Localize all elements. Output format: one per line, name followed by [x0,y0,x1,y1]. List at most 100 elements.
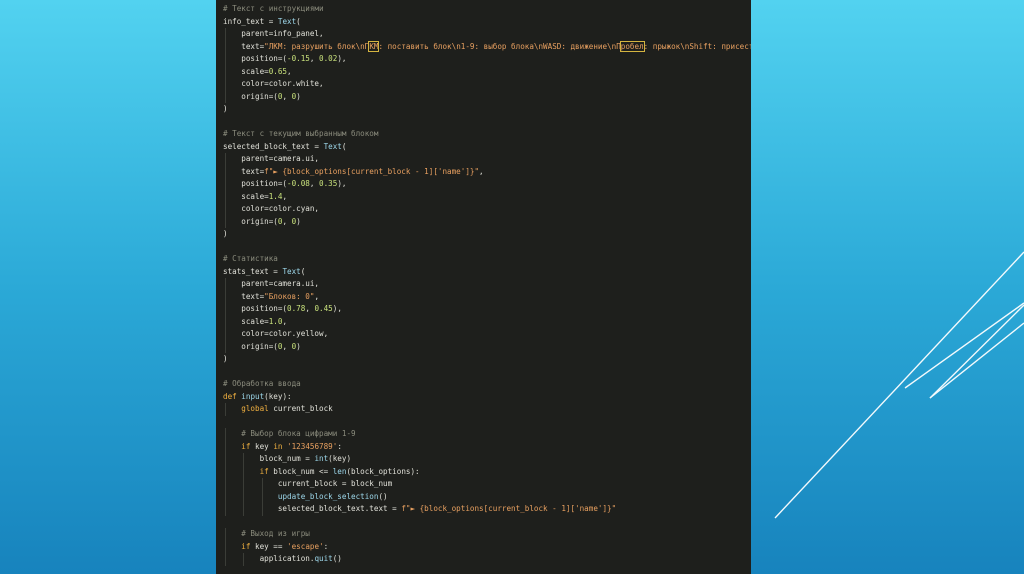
code-token: 1.4 [268,191,283,201]
code-token: color=color.white, [223,79,324,88]
code-token: selected_block_text = [223,141,324,151]
indent-guide [225,290,226,303]
code-block: # Текст с инструкциями info_text = Text( … [223,3,751,566]
code-token: (key): [264,391,292,401]
code-line: text=f"► {block_options[current_block - … [223,165,751,178]
code-token: : прыжок\nShift: присесть" [643,41,751,51]
code-token: color=color.yellow, [223,329,329,338]
code-line: if block_num <= len(block_options): [223,465,751,478]
indent-guide [261,503,263,516]
indent-guide [225,315,226,328]
code-token: application. [223,554,315,563]
indent-guide [243,503,245,516]
code-token: , [282,316,288,326]
code-line: # Выход из игры [223,528,751,541]
code-token: origin=( [223,341,278,351]
indent-guide [243,478,245,491]
code-line: # Текст с инструкциями [223,3,751,16]
code-token: len [332,466,347,476]
code-token: scale= [223,191,269,201]
code-token: , [282,216,292,226]
code-line: # Выбор блока цифрами 1-9 [223,428,751,441]
code-line: def input(key): [223,391,751,404]
code-token: Text [282,266,301,276]
code-token: ) [296,91,301,101]
code-line: application.quit() [223,553,751,566]
code-token: ) [223,229,228,238]
code-line: ) [223,103,751,116]
code-token: position=( [223,179,288,188]
code-token: block_num = [223,454,315,463]
code-token: global [223,404,274,413]
code-token: position=( [223,54,288,63]
code-line: parent=camera.ui, [223,278,751,291]
code-token: -0.15 [287,54,310,63]
code-line: position=(-0.15, 0.02), [223,53,751,66]
code-token: block_num <= [273,466,333,476]
code-token: current_block [273,404,333,413]
code-token: input [241,391,265,401]
code-token: parent=camera.ui, [223,154,320,163]
code-token: 0.45 [314,304,333,313]
code-line: if key in '123456789': [223,440,751,453]
code-token: info_text = [223,16,278,26]
indent-guide [225,78,226,91]
code-token: # Текст с текущим выбранным блоком [223,129,379,138]
code-token: current_block = block_num [223,479,393,488]
indent-guide [225,553,226,566]
code-line: parent=info_panel, [223,28,751,41]
indent-guide [225,53,226,66]
code-token: parent=info_panel, [223,29,324,38]
code-token: : поставить блок\n1-9: выбор блока\nWASD… [378,41,621,51]
code-line: scale=0.65, [223,65,751,78]
indent-guide [261,490,263,503]
code-token: ) [223,354,228,363]
code-token: робел [619,40,645,52]
indent-guide [225,153,226,166]
code-line: scale=1.4, [223,190,751,203]
code-token: origin=( [223,216,278,226]
code-line: text="ЛКМ: разрушить блок\nПКМ: поставит… [223,40,751,53]
indent-guide [225,440,226,453]
indent-guide [261,478,263,491]
code-token: # Выбор блока цифрами 1-9 [223,429,356,438]
code-line: update_block_selection() [223,490,751,503]
code-token: update_block_selection [277,491,379,501]
code-token: : [323,541,329,551]
code-token: if [223,541,256,551]
code-line: color=color.cyan, [223,203,751,216]
code-line: ) [223,353,751,366]
code-token: (block_options): [346,466,420,476]
code-line: stats_text = Text( [223,266,751,279]
code-token: ), [337,54,347,63]
code-line: current_block = block_num [223,478,751,491]
code-token: int [314,454,329,463]
code-line: # Текст с текущим выбранным блоком [223,128,751,141]
code-token: f"► {block_options[current_block - 1]['n… [401,504,617,513]
code-line: # Статистика [223,253,751,266]
code-token: 0.35 [319,179,338,188]
indent-guide [225,540,226,553]
indent-guide [225,528,226,541]
code-token: "ЛКМ: разрушить блок\nП [264,41,370,51]
code-token: : [337,441,342,451]
code-token: ), [337,179,347,188]
code-token: () [378,491,388,501]
code-token: # Текст с инструкциями [223,4,324,13]
code-line: selected_block_text = Text( [223,141,751,154]
indent-guide [243,490,245,503]
code-token: def [223,391,242,401]
code-token: 1.0 [268,316,283,326]
code-token: # Обработка ввода [223,379,301,388]
code-token: quit [314,554,333,563]
code-line: position=(-0.08, 0.35), [223,178,751,191]
code-line: origin=(0, 0) [223,340,751,353]
code-line: block_num = int(key) [223,453,751,466]
code-token: , [479,166,484,176]
code-token: key == [255,541,288,551]
indent-guide [225,453,226,466]
code-token: ), [332,304,342,313]
